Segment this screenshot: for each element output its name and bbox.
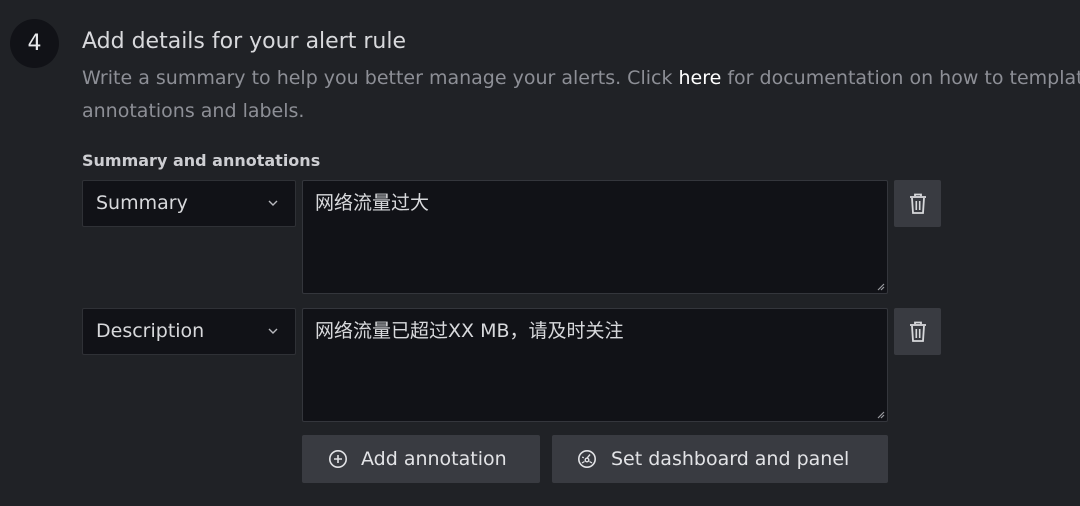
remove-annotation-button-summary[interactable]: [894, 180, 941, 227]
annotation-key-label: Description: [96, 320, 205, 342]
plus-circle-icon: [329, 450, 347, 468]
remove-annotation-button-description[interactable]: [894, 308, 941, 355]
annotation-key-label: Summary: [96, 192, 188, 214]
resize-handle-icon[interactable]: [875, 281, 885, 291]
add-annotation-label: Add annotation: [361, 448, 507, 470]
set-dashboard-label: Set dashboard and panel: [611, 448, 850, 470]
annotations-group-label: Summary and annotations: [82, 151, 321, 170]
dashboard-gauge-icon: [578, 450, 596, 468]
chevron-down-icon: [268, 200, 278, 206]
step-number-badge: 4: [10, 19, 59, 68]
annotation-value-text: 网络流量过大: [315, 192, 430, 214]
annotation-key-select-summary[interactable]: Summary: [82, 180, 296, 227]
trash-icon: [910, 321, 926, 342]
chevron-down-icon: [268, 328, 278, 334]
add-annotation-button[interactable]: Add annotation: [302, 435, 540, 483]
description-text-before: Write a summary to help you better manag…: [82, 67, 679, 89]
section-description: Write a summary to help you better manag…: [82, 62, 1080, 128]
set-dashboard-and-panel-button[interactable]: Set dashboard and panel: [552, 435, 888, 483]
annotation-value-text: 网络流量已超过XX MB，请及时关注: [315, 320, 624, 342]
trash-icon: [910, 193, 926, 214]
section-title: Add details for your alert rule: [82, 29, 407, 54]
annotation-key-select-description[interactable]: Description: [82, 308, 296, 355]
annotation-value-textarea-summary[interactable]: 网络流量过大: [302, 180, 888, 294]
resize-handle-icon[interactable]: [875, 409, 885, 419]
annotation-value-textarea-description[interactable]: 网络流量已超过XX MB，请及时关注: [302, 308, 888, 422]
documentation-link[interactable]: here: [679, 67, 722, 89]
